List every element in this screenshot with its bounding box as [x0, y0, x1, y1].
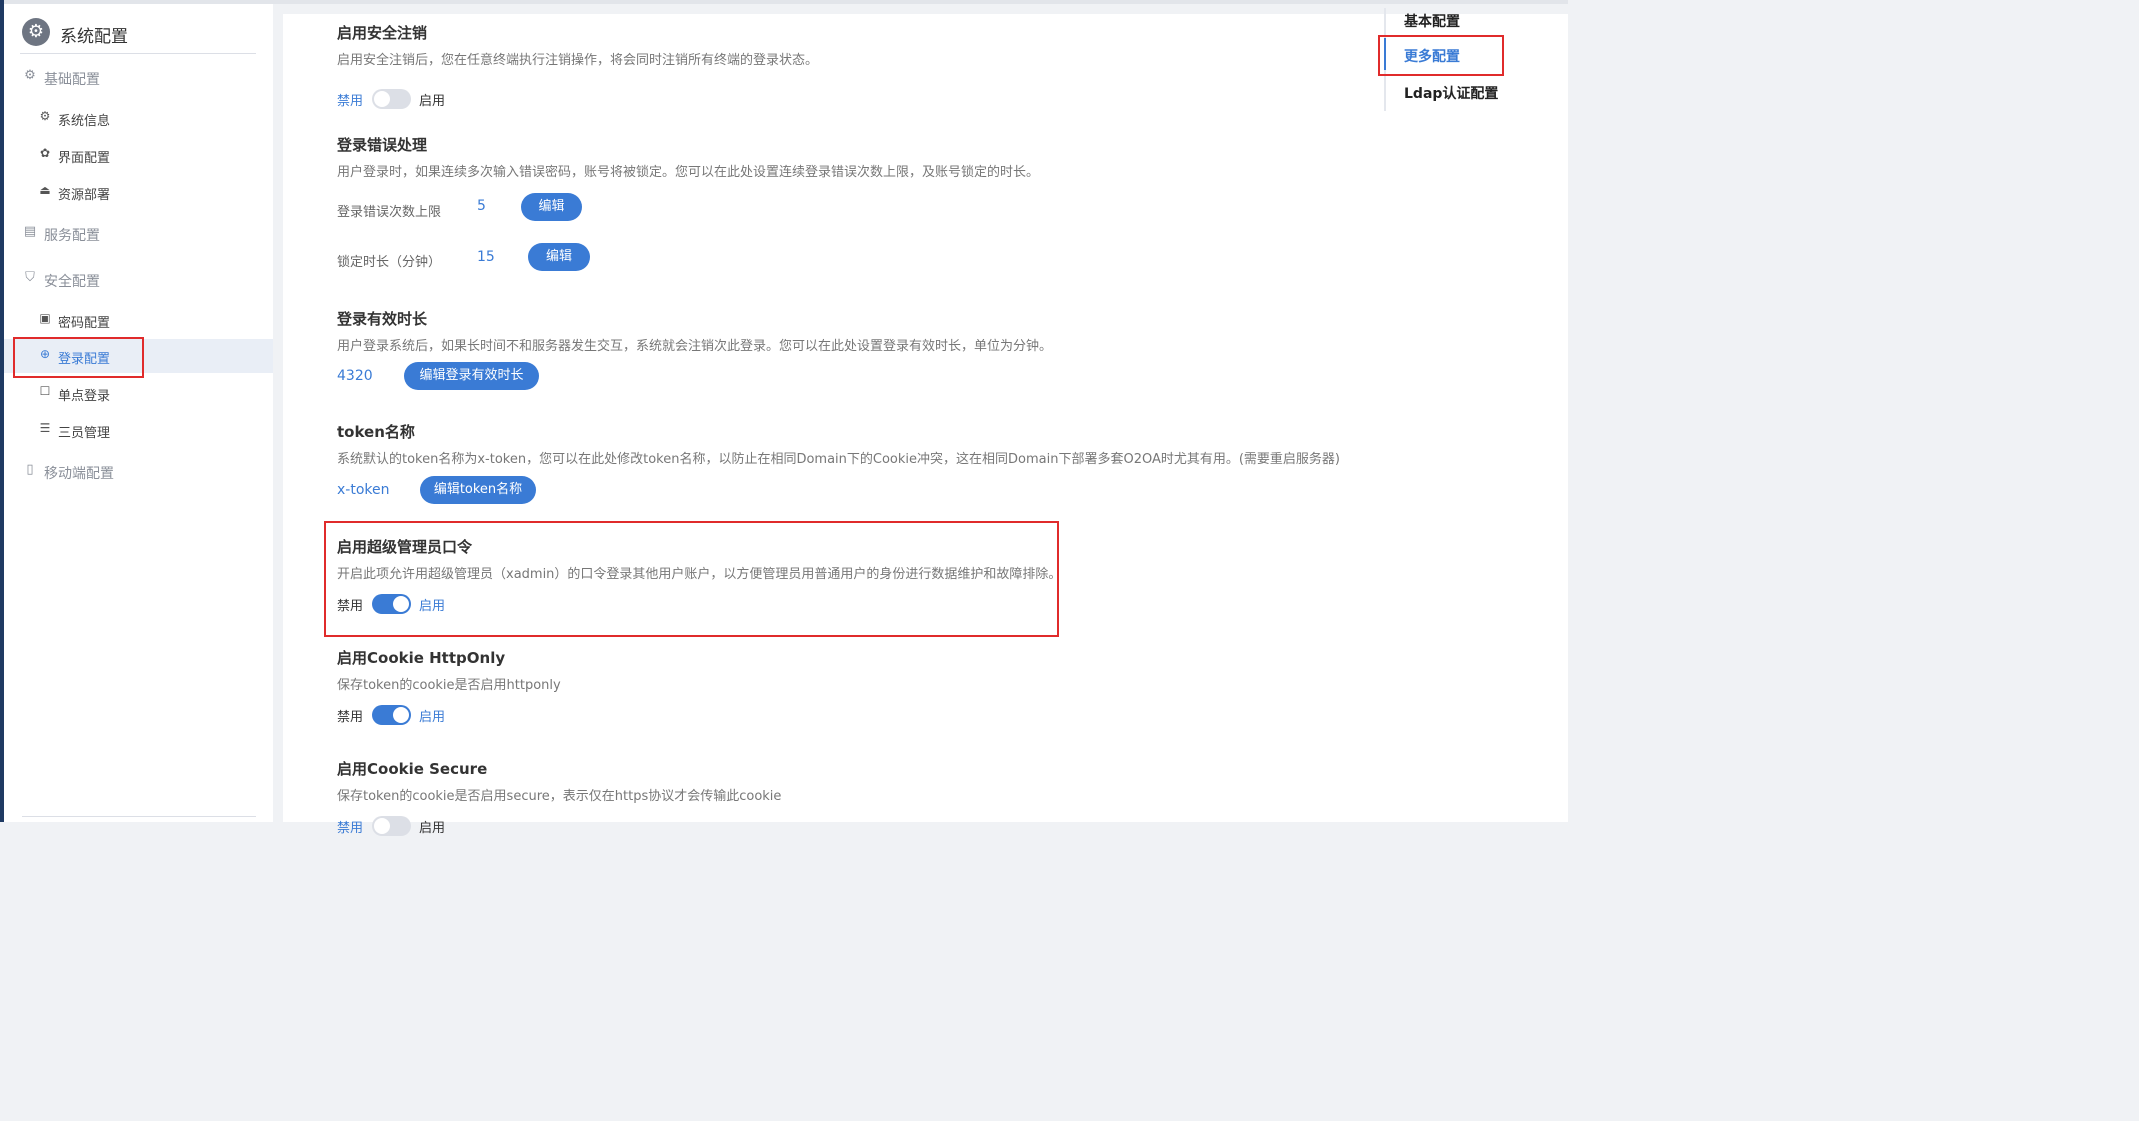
section-title: 登录有效时长 — [337, 310, 428, 328]
lock-duration-value: 15 — [477, 249, 495, 265]
section-title: token名称 — [337, 423, 415, 441]
settings-panel: 启用安全注销 启用安全注销后，您在任意终端执行注销操作，将会同时注销所有终端的登… — [283, 14, 1568, 836]
section-title: 启用安全注销 — [337, 24, 428, 42]
section-description: 用户登录时，如果连续多次输入错误密码，账号将被锁定。您可以在此处设置连续登录错误… — [337, 165, 1040, 180]
section-description: 保存token的cookie是否启用httponly — [337, 678, 561, 693]
sidebar: ⚙ 系统配置 ⚙ 基础配置 ⚙ 系统信息 ✿ 界面配置 ⏏ 资源部署 ▤ 服务配… — [4, 4, 273, 822]
cookie-httponly-switch[interactable] — [372, 705, 411, 725]
section-title: 启用Cookie HttpOnly — [337, 649, 506, 667]
sidebar-item-label: 单点登录 — [58, 389, 111, 404]
lock-icon: ▣ — [39, 311, 51, 325]
anchor-item-ldap-config[interactable]: Ldap认证配置 — [1404, 83, 1498, 103]
section-description: 系统默认的token名称为x-token，您可以在此处修改token名称，以防止… — [337, 452, 1341, 467]
gear-icon: ⚙ — [24, 68, 36, 83]
server-icon: ▤ — [23, 224, 37, 239]
safe-logout-switch[interactable] — [372, 89, 411, 109]
sidebar-group-label: 移动端配置 — [44, 466, 114, 482]
max-error-count-value: 5 — [477, 198, 486, 214]
sidebar-item-password-config[interactable]: ▣ 密码配置 — [4, 303, 273, 337]
sidebar-item-label: 资源部署 — [58, 188, 111, 203]
edit-login-duration-button[interactable]: 编辑登录有效时长 — [404, 362, 539, 390]
gear-icon: ⚙ — [22, 18, 50, 46]
sidebar-item-sso[interactable]: ☐ 单点登录 — [4, 376, 273, 410]
highlight-box-super-admin — [324, 521, 1059, 637]
edit-token-name-button[interactable]: 编辑token名称 — [420, 476, 536, 504]
sidebar-item-label: 系统信息 — [58, 114, 111, 129]
highlight-box-login-config — [13, 337, 144, 378]
sidebar-item-label: 三员管理 — [58, 426, 111, 441]
edit-lock-duration-button[interactable]: 编辑 — [528, 243, 590, 271]
sidebar-header: ⚙ 系统配置 — [20, 16, 256, 54]
toggle-on-label: 启用 — [419, 821, 446, 836]
section-description: 保存token的cookie是否启用secure，表示仅在https协议才会传输… — [337, 789, 782, 804]
token-name-value: x-token — [337, 482, 390, 498]
sidebar-group-basic[interactable]: ⚙ 基础配置 — [4, 63, 273, 93]
toggle-off-label: 禁用 — [337, 821, 364, 836]
gear-icon: ⚙ — [39, 109, 51, 123]
toggle-on-label: 启用 — [419, 94, 446, 109]
highlight-box-more-config — [1378, 35, 1504, 76]
anchor-item-basic-config[interactable]: 基本配置 — [1404, 11, 1460, 31]
lock-duration-label: 锁定时长（分钟） — [337, 255, 442, 270]
switch-knob — [374, 91, 390, 107]
toggle-off-label: 禁用 — [337, 94, 364, 109]
login-duration-value: 4320 — [337, 368, 373, 384]
list-icon: ☰ — [39, 421, 51, 435]
section-title: 登录错误处理 — [337, 136, 428, 154]
max-error-count-label: 登录错误次数上限 — [337, 205, 442, 220]
toggle-on-label: 启用 — [419, 710, 446, 725]
sidebar-item-three-admins[interactable]: ☰ 三员管理 — [4, 413, 273, 447]
shield-icon: ⛉ — [25, 270, 35, 285]
sidebar-item-label: 界面配置 — [58, 151, 111, 166]
sidebar-divider — [22, 816, 256, 817]
section-title: 启用Cookie Secure — [337, 760, 488, 778]
sidebar-group-label: 基础配置 — [44, 72, 100, 88]
palette-icon: ✿ — [39, 146, 51, 160]
switch-knob — [374, 818, 390, 834]
sidebar-group-label: 安全配置 — [44, 274, 100, 290]
sidebar-item-system-info[interactable]: ⚙ 系统信息 — [4, 101, 273, 135]
cookie-secure-switch[interactable] — [372, 816, 411, 836]
sidebar-item-resource-deploy[interactable]: ⏏ 资源部署 — [4, 175, 273, 209]
switch-knob — [393, 707, 409, 723]
sidebar-group-service[interactable]: ▤ 服务配置 — [4, 219, 273, 249]
section-description: 启用安全注销后，您在任意终端执行注销操作，将会同时注销所有终端的登录状态。 — [337, 53, 819, 68]
sidebar-item-label: 密码配置 — [58, 316, 111, 331]
section-description: 用户登录系统后，如果长时间不和服务器发生交互，系统就会注销次此登录。您可以在此处… — [337, 339, 1053, 354]
sidebar-title: 系统配置 — [60, 27, 128, 47]
sidebar-group-label: 服务配置 — [44, 228, 100, 244]
toggle-off-label: 禁用 — [337, 710, 364, 725]
user-card-icon: ☐ — [39, 384, 51, 398]
edit-max-error-count-button[interactable]: 编辑 — [521, 193, 582, 221]
deploy-icon: ⏏ — [39, 183, 51, 197]
sidebar-item-ui-config[interactable]: ✿ 界面配置 — [4, 138, 273, 172]
sidebar-group-security[interactable]: ⛉ 安全配置 — [4, 265, 273, 295]
mobile-icon: ▯ — [26, 462, 34, 477]
sidebar-group-mobile[interactable]: ▯ 移动端配置 — [4, 457, 273, 487]
